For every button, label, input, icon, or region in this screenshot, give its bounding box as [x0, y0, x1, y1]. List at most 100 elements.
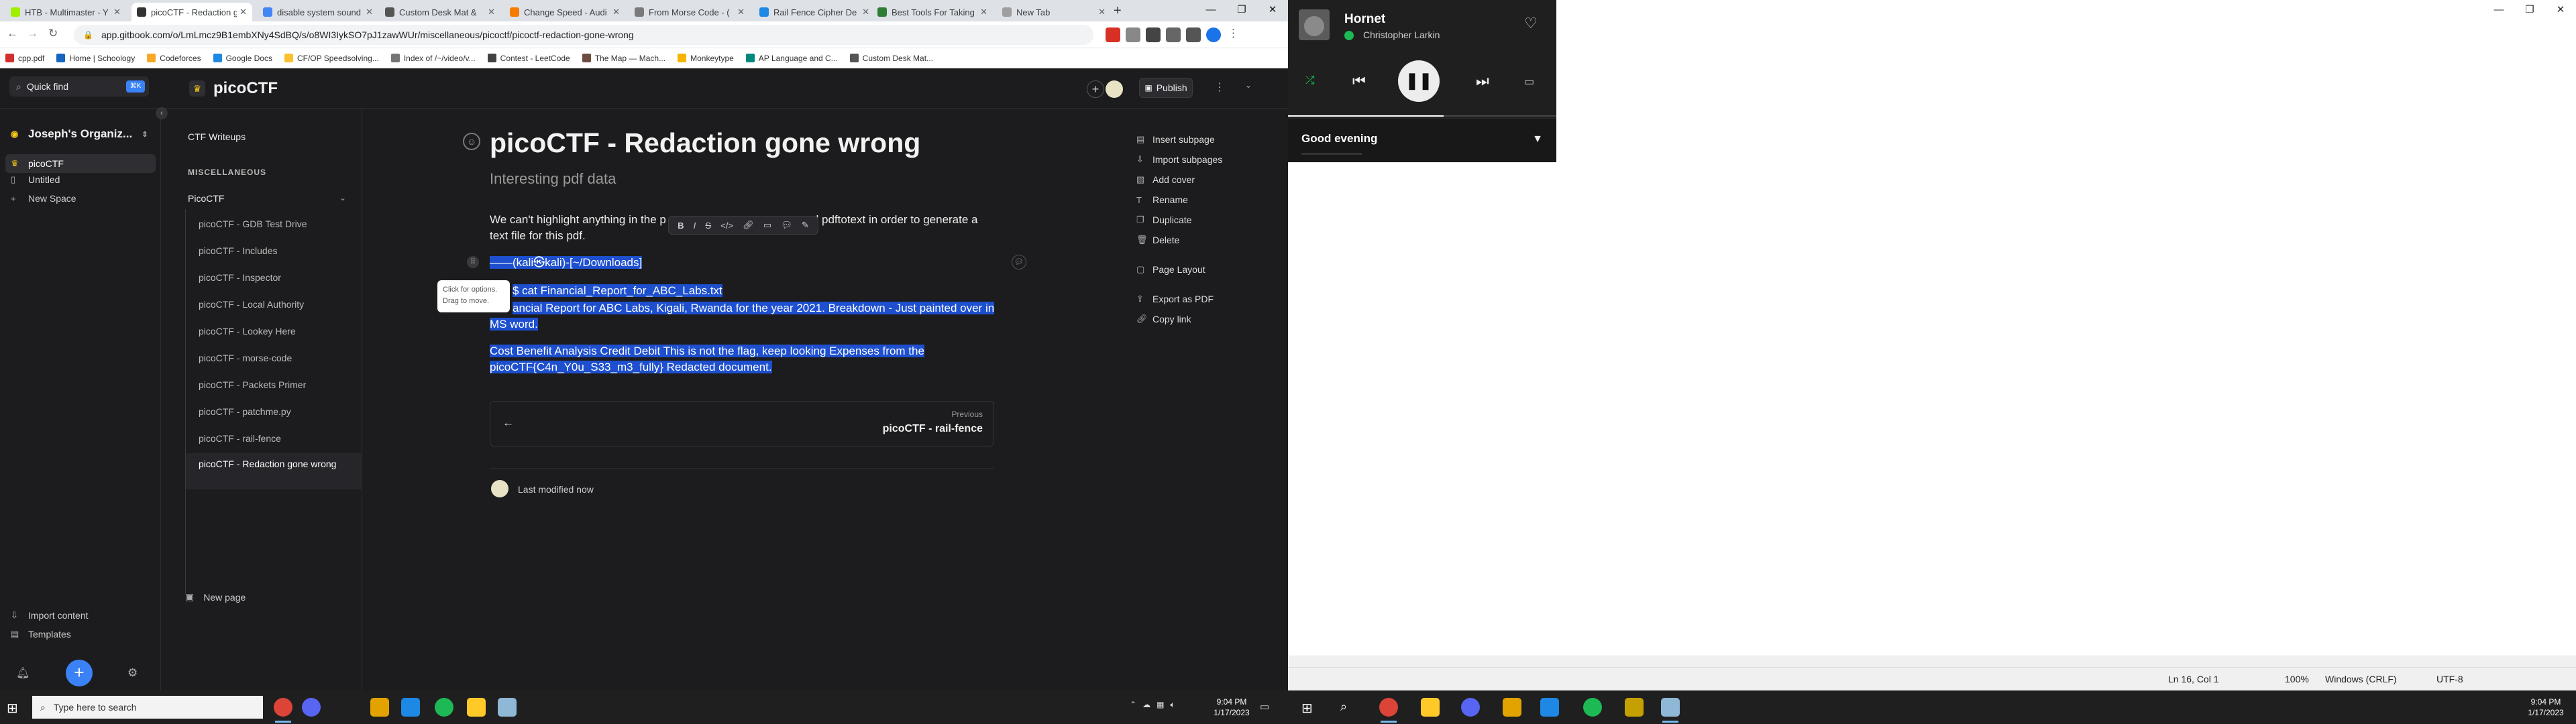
minimize-icon[interactable]: — [2483, 0, 2514, 20]
bookmark[interactable]: AP Language and C... [745, 54, 838, 63]
close-window-icon[interactable]: ✕ [2545, 0, 2576, 20]
tab-desk-mat[interactable]: Custom Desk Mat & ✕ [380, 3, 500, 21]
app-taskbar-icon[interactable] [1503, 698, 1521, 717]
bookmark[interactable]: Monkeytype [678, 54, 734, 63]
reload-icon[interactable]: ↻ [48, 27, 58, 40]
close-tab-icon[interactable]: ✕ [980, 7, 987, 17]
taskbar-clock[interactable]: 9:04 PM 1/17/2023 [2522, 697, 2569, 718]
devices-icon[interactable]: ▭ [1524, 75, 1534, 88]
bookmark[interactable]: cpp.pdf [5, 54, 44, 63]
bookmark[interactable]: Custom Desk Mat... [849, 54, 933, 63]
close-tab-icon[interactable]: ✕ [612, 7, 620, 17]
sidebar-page-item[interactable]: picoCTF - Lookey Here [199, 324, 353, 339]
new-space-button[interactable]: + New Space [11, 193, 76, 204]
menu-import-subpages[interactable]: ⇩ Import subpages [1136, 154, 1222, 165]
tab-change-speed[interactable]: Change Speed - Audi ✕ [504, 3, 625, 21]
tab-morse[interactable]: From Morse Code - (✕ [629, 3, 750, 21]
pause-button[interactable]: ❚❚ [1398, 60, 1440, 102]
song-title[interactable]: Hornet [1344, 12, 1385, 27]
discord-taskbar-icon[interactable] [1461, 698, 1480, 717]
menu-export-pdf[interactable]: ⇪ Export as PDF [1136, 294, 1214, 304]
notepad-taskbar-icon[interactable] [498, 698, 517, 717]
page-description[interactable]: Interesting pdf data [490, 170, 616, 188]
flag-paragraph[interactable]: picoCTF{C4n_Y0u_S33_m3_fully} Redacted d… [490, 359, 1000, 375]
network-icon[interactable]: ▦ [1157, 700, 1164, 710]
highlight-icon[interactable]: ✎ [802, 220, 809, 231]
cloud-icon[interactable]: ☁ [1142, 700, 1150, 710]
bookmark[interactable]: Google Docs [213, 54, 272, 63]
discord-taskbar-icon[interactable] [302, 698, 321, 717]
import-content-button[interactable]: ⇩ Import content [11, 610, 89, 621]
add-collaborator-button[interactable]: + [1087, 80, 1104, 98]
previous-track-icon[interactable]: ⏮ [1352, 72, 1366, 90]
sidebar-page-item-active[interactable]: picoCTF - Redaction gone wrong [186, 453, 362, 489]
strikethrough-icon[interactable]: S [705, 221, 711, 231]
bookmark[interactable]: Home | Schoology [56, 54, 135, 63]
chevron-down-icon[interactable]: ⌄ [339, 193, 346, 202]
code-icon[interactable]: </> [720, 221, 733, 231]
artist-name[interactable]: Christopher Larkin [1363, 29, 1440, 40]
code-line[interactable]: MS word. [490, 316, 1000, 333]
maximize-icon[interactable]: ❐ [2514, 0, 2545, 20]
url-field[interactable]: 🔒 app.gitbook.com/o/LmLmcz9B1embXNy4SdBQ/… [74, 25, 1093, 45]
close-tab-icon[interactable]: ✕ [1098, 7, 1106, 17]
next-track-icon[interactable]: ⏭ [1476, 72, 1489, 90]
menu-page-layout[interactable]: ▢ Page Layout [1136, 264, 1205, 275]
taskbar-clock[interactable]: 9:04 PM 1/17/2023 [1208, 697, 1256, 718]
flag-paragraph[interactable]: Cost Benefit Analysis Credit Debit This … [490, 343, 1000, 359]
quick-find-input[interactable]: ⌕ Quick find ⌘K [9, 76, 149, 97]
space-item-picoctf[interactable]: ♛ picoCTF [5, 154, 156, 173]
tab-picoctf[interactable]: picoCTF - Redaction g ✕ [131, 3, 252, 21]
menu-add-cover[interactable]: ▧ Add cover [1136, 174, 1195, 185]
menu-delete[interactable]: 🗑︎ Delete [1136, 235, 1179, 245]
extension-icon[interactable] [1146, 27, 1161, 42]
profile-avatar[interactable] [1206, 27, 1221, 42]
close-tab-icon[interactable]: ✕ [366, 7, 373, 17]
page-group-picoctf[interactable]: PicoCTF [188, 193, 224, 204]
code-line[interactable]: ——(kali㉿kali)-[~/Downloads] [490, 255, 1000, 271]
app-taskbar-icon[interactable] [370, 698, 389, 717]
menu-rename[interactable]: T Rename [1136, 194, 1188, 205]
space-item-untitled[interactable]: ▯ Untitled [11, 174, 60, 185]
italic-icon[interactable]: I [694, 221, 696, 231]
vscode-taskbar-icon[interactable] [1540, 698, 1559, 717]
close-tab-icon[interactable]: ✕ [862, 7, 869, 17]
link-icon[interactable]: 🔗︎ [743, 220, 754, 231]
shuffle-icon[interactable]: ⤮ [1305, 74, 1315, 87]
puzzle-icon[interactable] [1166, 27, 1181, 42]
previous-page-card[interactable]: ← Previous picoCTF - rail-fence [490, 401, 994, 446]
spotify-taskbar-icon[interactable] [1583, 698, 1602, 717]
close-tab-icon[interactable]: ✕ [113, 7, 121, 17]
forward-icon[interactable]: → [27, 27, 38, 40]
sidebar-page-item[interactable]: picoCTF - Local Authority [199, 298, 353, 312]
close-tab-icon[interactable]: ✕ [737, 7, 745, 17]
page-ctf-writeups[interactable]: CTF Writeups [188, 131, 246, 142]
add-emoji-icon[interactable]: ☺ [463, 133, 480, 150]
taskbar-search[interactable]: ⌕ Type here to search [32, 696, 263, 719]
math-icon[interactable]: ▭ [763, 220, 771, 231]
close-tab-icon[interactable]: ✕ [239, 7, 247, 17]
tab-disable-sound[interactable]: disable system sound ✕ [258, 3, 378, 21]
extension-icon[interactable] [1106, 27, 1120, 42]
publish-button[interactable]: ▣ Publish [1139, 78, 1193, 98]
sidebar-page-item[interactable]: picoCTF - Packets Primer [199, 378, 353, 392]
create-button[interactable]: + [66, 660, 93, 686]
gear-icon[interactable]: ⚙ [127, 666, 138, 680]
code-line[interactable]: $ cat Financial_Report_for_ABC_Labs.txt [490, 283, 1000, 299]
close-window-icon[interactable]: ✕ [1257, 0, 1288, 21]
back-icon[interactable]: ← [7, 27, 18, 40]
org-switcher[interactable]: ◉ Joseph's Organiz... ⇕ [11, 127, 148, 141]
page-title[interactable]: picoCTF - Redaction gone wrong [490, 127, 920, 159]
more-options-icon[interactable]: ⋮ [1214, 80, 1225, 94]
notepad-taskbar-icon[interactable] [1661, 698, 1680, 723]
menu-copy-link[interactable]: 🔗︎ Copy link [1136, 314, 1191, 324]
app-taskbar-icon[interactable] [1625, 698, 1644, 717]
bookmark[interactable]: The Map — Mach... [582, 54, 665, 63]
notification-icon[interactable]: ▭ [1260, 701, 1269, 713]
chevron-down-icon[interactable]: ▼ [1532, 133, 1543, 145]
new-tab-button[interactable]: + [1114, 3, 1122, 19]
menu-duplicate[interactable]: ❐ Duplicate [1136, 215, 1191, 225]
extension-icon[interactable] [1126, 27, 1140, 42]
tab-new-tab[interactable]: New Tab ✕ [997, 3, 1111, 21]
bookmark[interactable]: Contest - LeetCode [487, 54, 570, 63]
